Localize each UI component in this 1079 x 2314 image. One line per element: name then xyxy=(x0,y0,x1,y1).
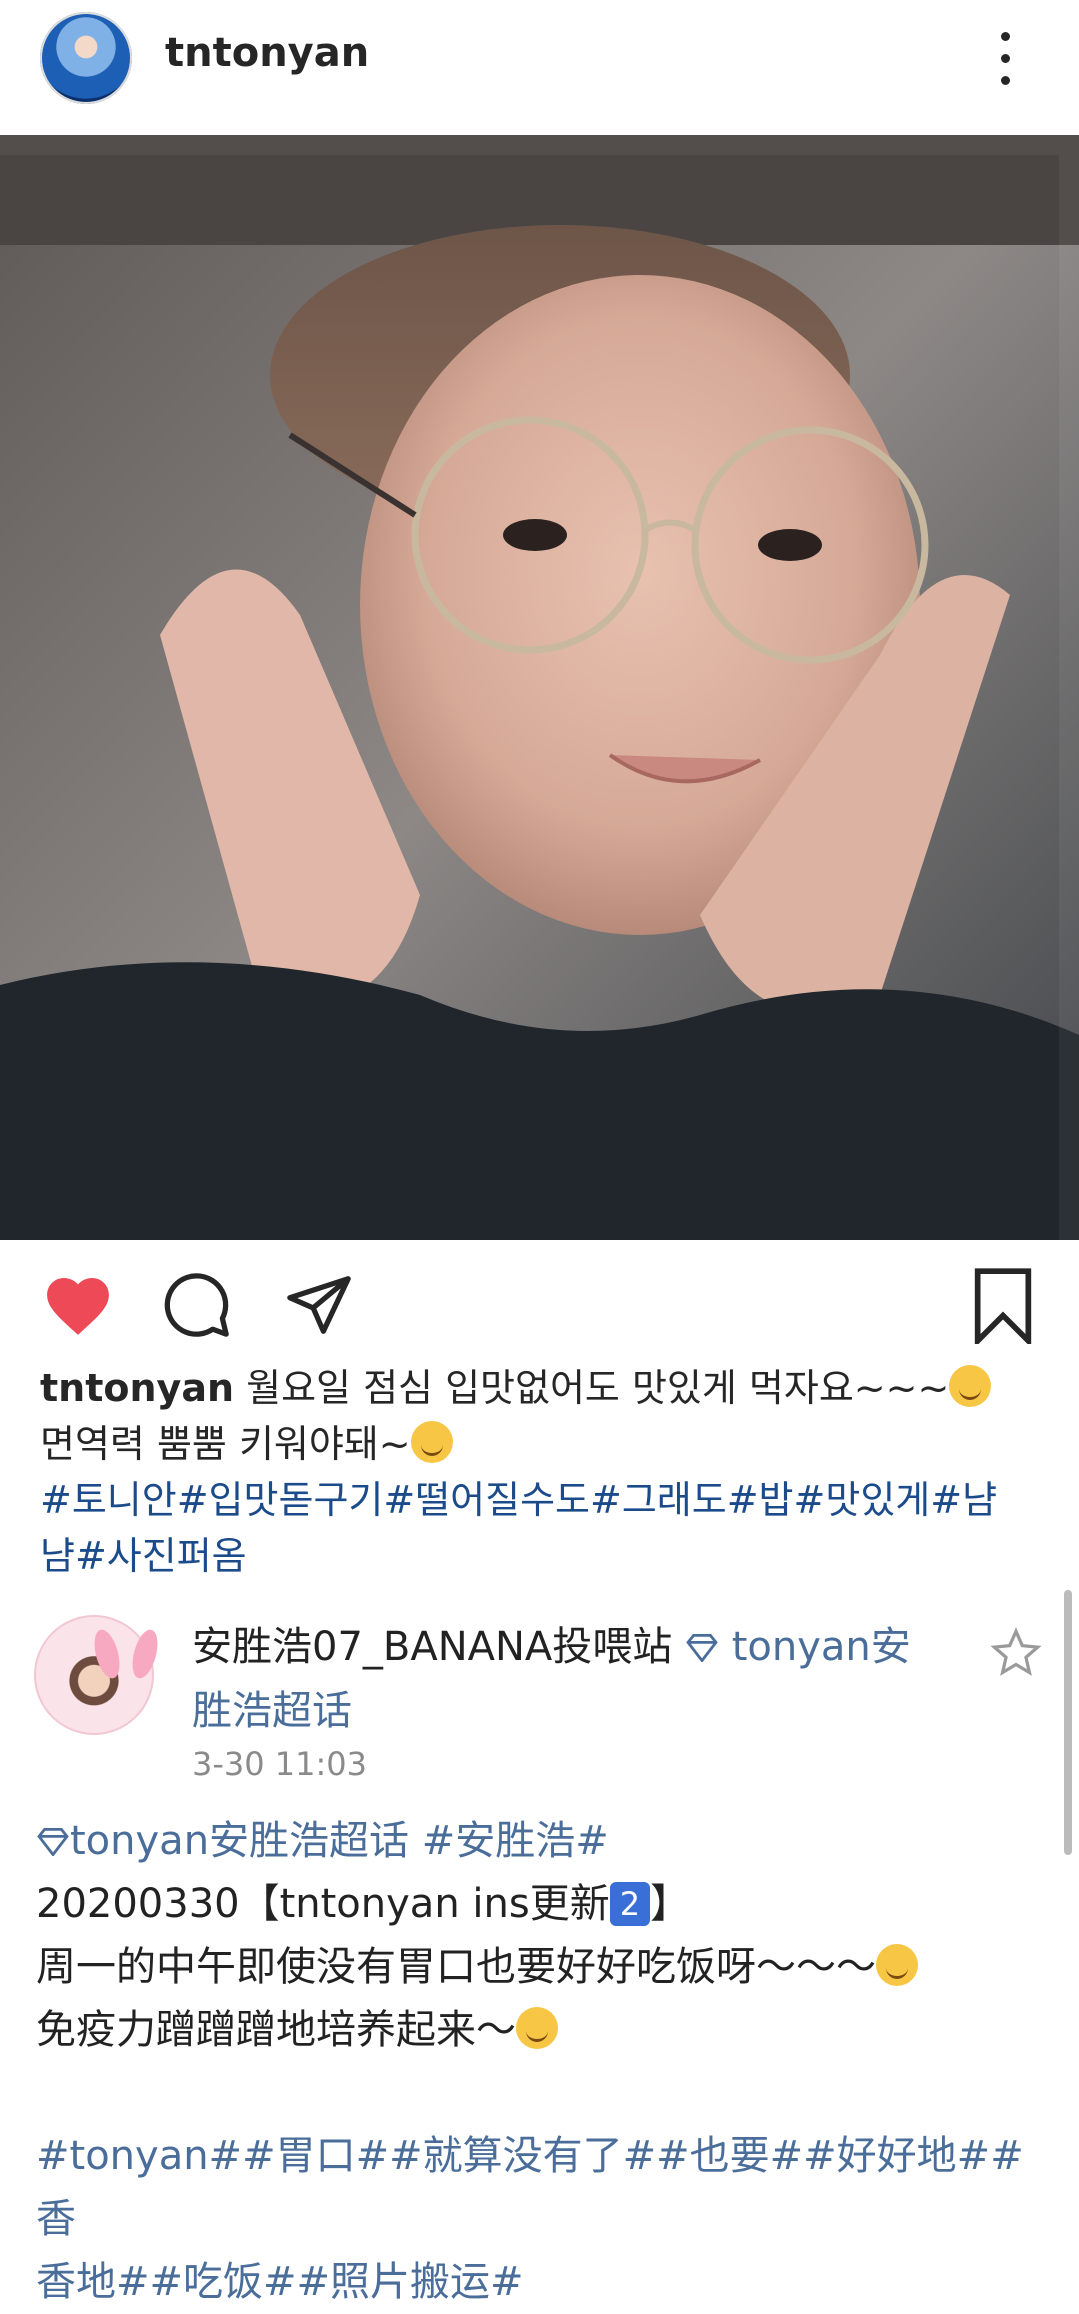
post-username[interactable]: tntonyan xyxy=(165,30,369,76)
weibo-hashtags-1[interactable]: #tonyan##胃口##就算没有了##也要##好好地##香 xyxy=(36,2125,1056,2251)
weibo-hashtags-2[interactable]: 香地##吃饭##照片搬运# xyxy=(36,2251,1056,2314)
bunny-ear-right xyxy=(127,1627,163,1681)
bookmark-icon[interactable] xyxy=(970,1268,1036,1344)
caption-hashtags-1[interactable]: #토니안#입맛돋구기#떨어질수도#그래도#밥#맛있게#냠 xyxy=(40,1472,1040,1528)
diamond-icon xyxy=(37,1828,69,1857)
weibo-title-line: 20200330【tntonyan ins更新 2】 xyxy=(36,1873,1056,1936)
more-vertical-icon[interactable] xyxy=(985,30,1025,88)
post-photo[interactable] xyxy=(0,135,1079,1240)
hugging-face-emoji-icon xyxy=(876,1944,918,1986)
weibo-title-suffix: 】 xyxy=(650,1881,691,1927)
weibo-body-text-1: 周一的中午即使没有胃口也要好好吃饭呀～～～ xyxy=(36,1944,876,1990)
weibo-author-avatar[interactable] xyxy=(34,1615,163,1735)
caption-line-1: tntonyan 월요일 점심 입맛없어도 맛있게 먹자요~~~ xyxy=(40,1360,1040,1416)
portrait-photo xyxy=(0,135,1079,1240)
grinning-face-emoji-icon xyxy=(516,2007,558,2049)
post-caption: tntonyan 월요일 점심 입맛없어도 맛있게 먹자요~~~ 면역력 뿜뿜 … xyxy=(40,1360,1040,1584)
post-action-bar xyxy=(0,1240,1079,1370)
weibo-body-text-2: 免疫力蹭蹭蹭地培养起来～ xyxy=(36,2007,516,2053)
profile-avatar[interactable] xyxy=(40,12,132,104)
scrollbar[interactable] xyxy=(1064,1590,1072,1855)
weibo-author-line: 安胜浩07_BANANA投喂站 tonyan安 胜浩超话 xyxy=(192,1615,952,1743)
super-topic-line-2: 胜浩超话 xyxy=(192,1688,352,1734)
post-header: tntonyan xyxy=(0,0,1079,135)
caption-text-2: 면역력 뿜뿜 키워야돼~ xyxy=(40,1422,411,1466)
weibo-body: tonyan安胜浩超话 #安胜浩# 20200330【tntonyan ins更… xyxy=(36,1810,1056,2314)
caption-hashtags-2[interactable]: 냠#사진퍼옴 xyxy=(40,1528,1040,1584)
number-two-badge: 2 xyxy=(609,1882,651,1926)
weibo-title-text: 20200330【tntonyan ins更新 xyxy=(36,1881,610,1927)
weibo-body-line-2: 免疫力蹭蹭蹭地培养起来～ xyxy=(36,1999,1056,2062)
weibo-topic-line[interactable]: tonyan安胜浩超话 #安胜浩# xyxy=(36,1810,1056,1873)
caption-text-1: 월요일 점심 입맛없어도 맛있게 먹자요~~~ xyxy=(246,1366,950,1410)
paper-plane-icon[interactable] xyxy=(284,1270,354,1340)
hugging-face-emoji-icon xyxy=(949,1365,992,1407)
weibo-timestamp: 3-30 11:03 xyxy=(192,1745,368,1783)
star-outline-icon[interactable] xyxy=(990,1627,1042,1679)
caption-username[interactable]: tntonyan xyxy=(40,1366,234,1410)
weibo-body-line-1: 周一的中午即使没有胃口也要好好吃饭呀～～～ xyxy=(36,1936,1056,1999)
weibo-author-name[interactable]: 安胜浩07_BANANA投喂站 xyxy=(192,1624,672,1670)
caption-line-2: 면역력 뿜뿜 키워야돼~ xyxy=(40,1416,1040,1472)
diamond-icon xyxy=(686,1634,718,1663)
comment-bubble-icon[interactable] xyxy=(162,1270,232,1340)
weibo-topic-text: tonyan安胜浩超话 #安胜浩# xyxy=(70,1818,609,1864)
heart-filled-icon[interactable] xyxy=(40,1270,116,1338)
super-topic-line-1: tonyan安 xyxy=(731,1624,911,1670)
weibo-post: 安胜浩07_BANANA投喂站 tonyan安 胜浩超话 3-30 11:03 … xyxy=(0,1585,1079,2305)
bunny-ear-left xyxy=(89,1627,125,1681)
grinning-face-emoji-icon xyxy=(410,1421,453,1463)
